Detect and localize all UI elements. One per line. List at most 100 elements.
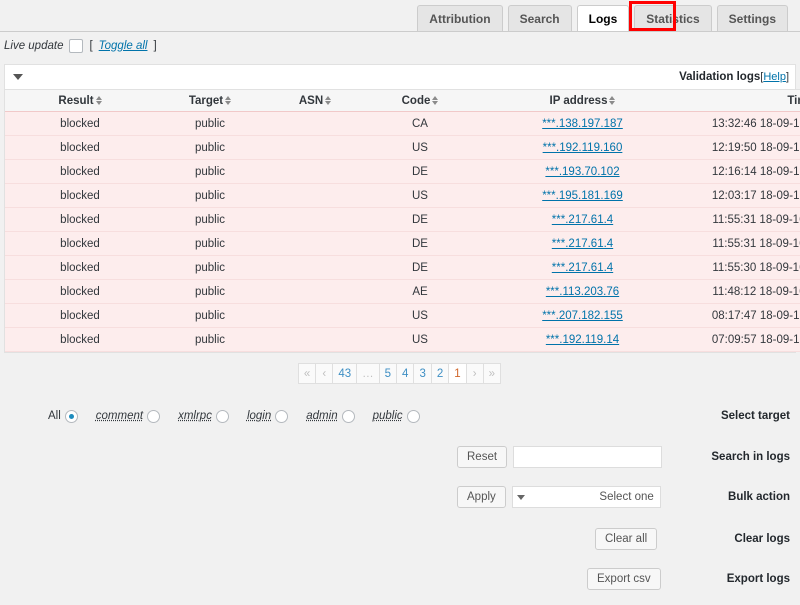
cell-result: blocked xyxy=(5,255,155,280)
radio-button[interactable] xyxy=(64,409,78,423)
column-header-asn[interactable]: ASN xyxy=(265,89,365,112)
cell-asn xyxy=(265,135,365,160)
sort-arrows-icon[interactable] xyxy=(225,96,232,105)
radio-label: admin xyxy=(306,410,338,422)
table-header-row: Result Target ASN Code IP address Ti xyxy=(5,89,800,112)
bulk-action-select[interactable]: Select one xyxy=(511,486,661,508)
toggle-all-bracket-close: ] xyxy=(153,40,157,52)
column-header-code[interactable]: Code xyxy=(365,89,475,112)
radio-button[interactable] xyxy=(147,409,161,423)
cell-ip-address: ***.193.70.102 xyxy=(475,159,690,184)
column-header-target[interactable]: Target xyxy=(155,89,265,112)
cell-target: public xyxy=(155,255,265,280)
tab-bar-underline xyxy=(0,31,800,32)
help-link[interactable]: Help xyxy=(763,71,786,83)
tab-label: Search xyxy=(519,12,560,26)
pagination-item[interactable]: ‹ xyxy=(315,363,334,384)
radio-button[interactable] xyxy=(275,409,289,423)
tab-attribution[interactable]: Attribution xyxy=(417,5,503,32)
cell-target: public xyxy=(155,111,265,136)
cell-target: public xyxy=(155,303,265,328)
live-update-label: Live update xyxy=(4,40,64,52)
clear-logs-controls: Clear all xyxy=(595,528,658,550)
pagination-item[interactable]: 1 xyxy=(448,363,467,384)
cell-ip-address: ***.113.203.76 xyxy=(475,279,690,304)
search-logs-input[interactable] xyxy=(513,446,663,468)
radio-button[interactable] xyxy=(341,409,355,423)
tab-statistics[interactable]: Statistics xyxy=(634,5,712,32)
pagination-item[interactable]: 3 xyxy=(413,363,432,384)
cell-time: 11:55:30 18-09-16' xyxy=(690,255,800,280)
help-bracket-close: ] xyxy=(785,71,789,83)
radio-button[interactable] xyxy=(406,409,420,423)
target-radio-comment[interactable]: comment xyxy=(96,409,161,423)
pagination-item[interactable]: 4 xyxy=(396,363,415,384)
radio-button[interactable] xyxy=(215,409,229,423)
tab-settings[interactable]: Settings xyxy=(716,5,788,32)
tab-logs[interactable]: Logs xyxy=(576,5,630,32)
export-logs-controls: Export csv xyxy=(587,568,661,590)
tab-search[interactable]: Search xyxy=(507,5,572,32)
sort-arrows-icon[interactable] xyxy=(432,96,439,105)
sort-arrows-icon[interactable] xyxy=(609,96,616,105)
cell-result: blocked xyxy=(5,231,155,256)
ip-address-link[interactable]: ***.193.70.102 xyxy=(545,166,619,178)
pagination-item[interactable]: 2 xyxy=(430,363,450,384)
apply-button[interactable]: Apply xyxy=(457,486,506,508)
radio-label: xmlrpc xyxy=(178,410,212,422)
target-radio-admin[interactable]: admin xyxy=(306,409,355,423)
table-row: blocked public US ***.207.182.155 08:17:47 1… xyxy=(5,303,800,328)
live-update-checkbox[interactable] xyxy=(69,39,84,53)
pagination-item[interactable]: « xyxy=(297,363,317,384)
target-radio-all[interactable]: All xyxy=(48,409,78,423)
ip-address-link[interactable]: ***.217.61.4 xyxy=(552,262,613,274)
target-radio-public[interactable]: public xyxy=(373,409,420,423)
sort-arrows-icon[interactable] xyxy=(325,96,332,105)
target-radio-xmlrpc[interactable]: xmlrpc xyxy=(178,409,229,423)
ip-address-link[interactable]: ***.207.182.155 xyxy=(542,310,623,322)
clear-logs-label: Clear logs xyxy=(734,533,790,545)
ip-address-link[interactable]: ***.217.61.4 xyxy=(552,238,613,250)
cell-target: public xyxy=(155,327,265,352)
column-header-time[interactable]: Time xyxy=(690,89,800,112)
validation-logs-table: Result Target ASN Code IP address Ti blo… xyxy=(5,89,800,352)
ip-address-link[interactable]: ***.192.119.160 xyxy=(543,142,623,154)
ip-address-link[interactable]: ***.217.61.4 xyxy=(552,214,613,226)
table-header: Result Target ASN Code IP address Ti xyxy=(5,89,800,112)
chevron-down-icon xyxy=(516,494,525,500)
ip-address-link[interactable]: ***.138.197.187 xyxy=(542,118,623,130)
validation-logs-panel: Validation logs [ Help ] Result Target A… xyxy=(4,64,800,353)
pagination-item[interactable]: 5 xyxy=(378,363,398,384)
pagination-item[interactable]: 43 xyxy=(332,363,358,384)
cell-code: AE xyxy=(365,279,475,304)
ip-address-link[interactable]: ***.195.181.169 xyxy=(542,190,623,202)
clear-all-button[interactable]: Clear all xyxy=(595,528,658,550)
export-logs-label: Export logs xyxy=(726,573,790,585)
toggle-all-link[interactable]: Toggle all xyxy=(99,40,148,52)
pagination-item[interactable]: … xyxy=(356,363,380,384)
target-radio-login[interactable]: login xyxy=(247,409,289,423)
sort-arrows-icon[interactable] xyxy=(95,96,102,105)
clear-logs-row: Clear all Clear logs xyxy=(0,526,800,552)
cell-code: DE xyxy=(365,207,475,232)
cell-time: 13:32:46 18-09-16' xyxy=(690,111,800,136)
ip-address-link[interactable]: ***.192.119.14 xyxy=(546,334,619,346)
cell-asn xyxy=(265,159,365,184)
chevron-down-icon[interactable] xyxy=(13,74,23,80)
column-header-ip-address[interactable]: IP address xyxy=(475,89,690,112)
tab-label: Statistics xyxy=(646,12,700,26)
pagination-item[interactable]: » xyxy=(482,363,502,384)
column-header-result[interactable]: Result xyxy=(5,89,155,112)
table-row: blocked public AE ***.113.203.76 11:48:12 18… xyxy=(5,279,800,304)
cell-result: blocked xyxy=(5,207,155,232)
reset-button[interactable]: Reset xyxy=(457,446,508,468)
export-csv-button[interactable]: Export csv xyxy=(587,568,661,590)
cell-ip-address: ***.138.197.187 xyxy=(475,111,690,136)
cell-ip-address: ***.195.181.169 xyxy=(475,183,690,208)
export-logs-row: Export csv Export logs xyxy=(0,566,800,592)
ip-address-link[interactable]: ***.113.203.76 xyxy=(546,286,619,298)
cell-result: blocked xyxy=(5,303,155,328)
pagination-item[interactable]: › xyxy=(465,363,484,384)
table-body: blocked public CA ***.138.197.187 13:32:46 1… xyxy=(5,111,800,352)
cell-asn xyxy=(265,183,365,208)
